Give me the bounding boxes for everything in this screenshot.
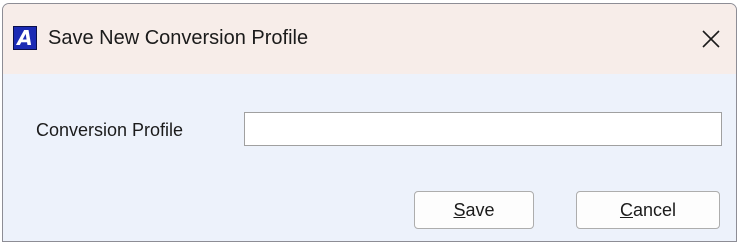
- save-profile-dialog: A Save New Conversion Profile Conversion…: [2, 3, 737, 242]
- conversion-profile-input[interactable]: [244, 112, 722, 146]
- save-button[interactable]: Save: [414, 191, 534, 229]
- cancel-button[interactable]: Cancel: [576, 191, 720, 229]
- cancel-button-label: ancel: [632, 200, 677, 220]
- close-button[interactable]: [686, 8, 736, 68]
- title-bar[interactable]: A Save New Conversion Profile: [3, 4, 736, 74]
- save-button-mnemonic: S: [453, 200, 466, 220]
- app-logo-icon: A: [13, 26, 37, 50]
- conversion-profile-label: Conversion Profile: [36, 120, 184, 140]
- window-title: Save New Conversion Profile: [48, 27, 309, 49]
- save-button-label: ave: [465, 200, 495, 220]
- screen: A Save New Conversion Profile Conversion…: [0, 0, 738, 246]
- close-icon: [702, 30, 720, 48]
- cancel-button-mnemonic: C: [619, 200, 633, 220]
